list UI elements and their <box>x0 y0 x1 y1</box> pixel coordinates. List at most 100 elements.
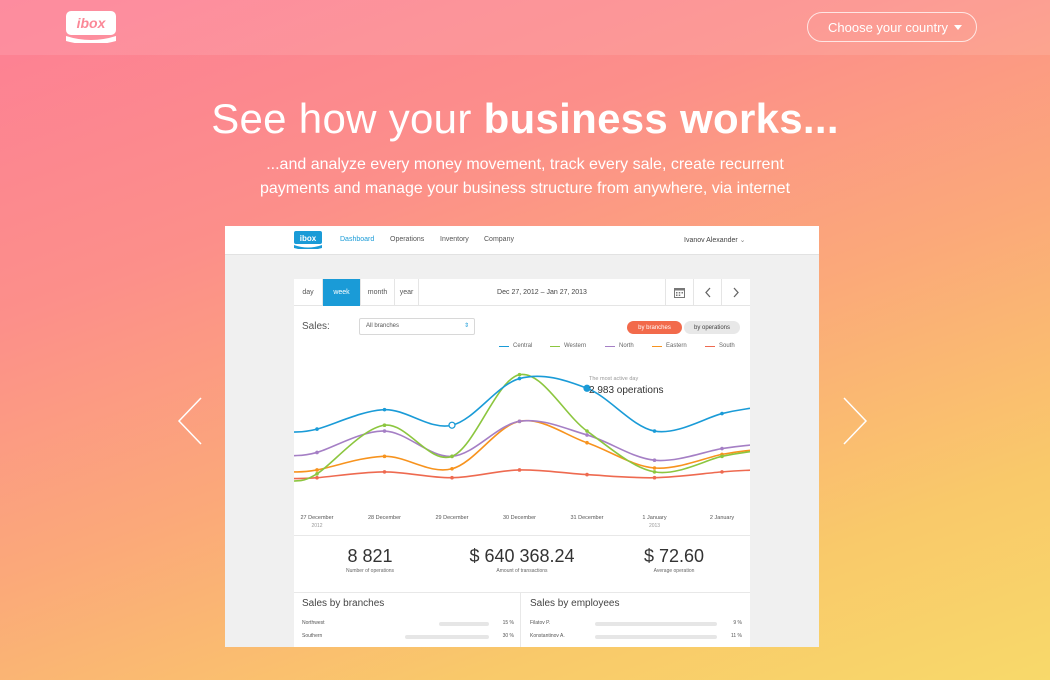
period-week[interactable]: week <box>323 279 361 306</box>
data-point[interactable] <box>382 454 387 459</box>
row-pct: 11 % <box>730 633 742 639</box>
data-point[interactable] <box>382 407 387 412</box>
calendar-icon[interactable] <box>666 279 694 306</box>
sales-label: Sales: <box>302 321 330 332</box>
highlighted-point[interactable] <box>448 421 456 429</box>
data-point[interactable] <box>720 454 724 459</box>
table-row[interactable]: Northwest 15 % <box>302 620 514 630</box>
period-day[interactable]: day <box>294 279 323 306</box>
sales-tables: Sales by branches Northwest 15 % Souther… <box>294 593 750 647</box>
dashboard-logo: ibox <box>294 231 322 250</box>
x-tick-label: 31 December <box>570 515 603 521</box>
toggle-by-branches[interactable]: by branches <box>627 321 682 334</box>
stat-value: 8 821 <box>347 546 393 566</box>
data-point[interactable] <box>315 472 319 476</box>
date-range-bar: day week month year Dec 27, 2012 – Jan 2… <box>294 279 750 306</box>
caret-down-icon <box>954 25 962 30</box>
stat-value: $ 640 368.24 <box>469 546 575 566</box>
chevron-down-icon: ⌄ <box>739 237 746 244</box>
hero-title: See how your business works... <box>0 95 1050 143</box>
table-title: Sales by branches <box>302 598 385 609</box>
data-point[interactable] <box>450 454 454 459</box>
data-point[interactable] <box>720 470 724 474</box>
legend-north: North <box>605 343 634 349</box>
row-name: Northwest <box>302 620 325 626</box>
data-point[interactable] <box>585 429 589 433</box>
country-select[interactable]: Choose your country <box>807 12 977 42</box>
hero-title-bold: business works... <box>483 95 839 142</box>
data-point[interactable] <box>720 446 724 451</box>
logo-text: ibox <box>77 15 107 31</box>
data-point[interactable] <box>382 429 387 433</box>
legend-swatch <box>499 345 509 347</box>
x-tick-label: 2 January <box>710 515 734 521</box>
data-point[interactable] <box>652 429 657 433</box>
legend-south: South <box>705 343 735 349</box>
stat-label: Number of operations <box>345 568 395 574</box>
data-point[interactable] <box>517 468 522 472</box>
ibox-logo[interactable]: ibox <box>66 11 116 45</box>
legend-label: Western <box>564 343 587 349</box>
dashboard-logo-text: ibox <box>300 234 317 243</box>
data-point[interactable] <box>585 440 589 445</box>
data-point[interactable] <box>652 475 657 480</box>
data-point[interactable] <box>315 427 319 431</box>
select-arrows-icon: ⇕ <box>463 323 469 329</box>
chevron-right-icon[interactable] <box>842 397 868 445</box>
data-point[interactable] <box>517 376 522 381</box>
legend-label: Central <box>513 343 533 349</box>
data-point[interactable] <box>720 411 724 416</box>
chevron-left-icon[interactable] <box>177 397 203 445</box>
table-row[interactable]: Filatov P. 9 % <box>530 620 742 630</box>
data-point[interactable] <box>450 466 454 471</box>
legend-eastern: Eastern <box>652 343 687 349</box>
legend-swatch <box>550 345 560 347</box>
x-tick-label: 27 December <box>300 515 333 521</box>
row-name: Konstantinov A. <box>530 633 565 639</box>
next-period-icon[interactable] <box>722 279 750 306</box>
period-month[interactable]: month <box>361 279 395 306</box>
stat-value: $ 72.60 <box>643 546 705 566</box>
row-bar <box>405 635 489 639</box>
table-title: Sales by employees <box>530 598 620 609</box>
data-point[interactable] <box>315 468 319 472</box>
branch-select[interactable]: All branches ⇕ <box>359 318 475 335</box>
row-bar <box>439 622 489 626</box>
date-range-label[interactable]: Dec 27, 2012 – Jan 27, 2013 <box>419 279 666 306</box>
prev-period-icon[interactable] <box>694 279 722 306</box>
data-point[interactable] <box>517 419 522 424</box>
period-year[interactable]: year <box>395 279 419 306</box>
toggle-by-operations[interactable]: by operations <box>684 321 740 334</box>
data-point[interactable] <box>382 470 387 474</box>
legend-swatch <box>605 345 615 347</box>
x-tick-sublabel: 2013 <box>649 523 660 529</box>
legend-label: North <box>619 343 634 349</box>
legend-label: South <box>719 343 735 349</box>
data-point[interactable] <box>652 470 657 474</box>
hero-subtitle-line: ...and analyze every money movement, tra… <box>266 156 784 173</box>
row-bar <box>595 622 717 626</box>
nav-company[interactable]: Company <box>484 236 514 243</box>
data-point[interactable] <box>315 475 319 480</box>
x-tick-label: 29 December <box>435 515 468 521</box>
data-point[interactable] <box>585 472 589 477</box>
user-menu[interactable]: Ivanov Alexander ⌄ <box>684 236 746 244</box>
sales-by-employees: Sales by employees Filatov P. 9 % Konsta… <box>522 593 749 647</box>
x-tick-label: 28 December <box>368 515 401 521</box>
data-point[interactable] <box>652 458 657 463</box>
nav-inventory[interactable]: Inventory <box>440 236 469 243</box>
table-row[interactable]: Konstantinov A. 11 % <box>530 633 742 643</box>
summary-stats: 8 821 Number of operations $ 640 368.24 … <box>294 535 750 593</box>
data-point[interactable] <box>585 433 589 437</box>
nav-dashboard[interactable]: Dashboard <box>340 236 374 243</box>
nav-operations[interactable]: Operations <box>390 236 424 243</box>
data-point[interactable] <box>382 423 387 428</box>
row-pct: 30 % <box>502 633 514 639</box>
data-point[interactable] <box>652 466 657 470</box>
table-row[interactable]: Southern 30 % <box>302 633 514 643</box>
data-point[interactable] <box>315 450 319 455</box>
hero-subtitle: ...and analyze every money movement, tra… <box>0 153 1050 201</box>
data-point[interactable] <box>517 372 522 377</box>
data-point[interactable] <box>450 475 454 480</box>
series-line-central <box>294 375 750 433</box>
